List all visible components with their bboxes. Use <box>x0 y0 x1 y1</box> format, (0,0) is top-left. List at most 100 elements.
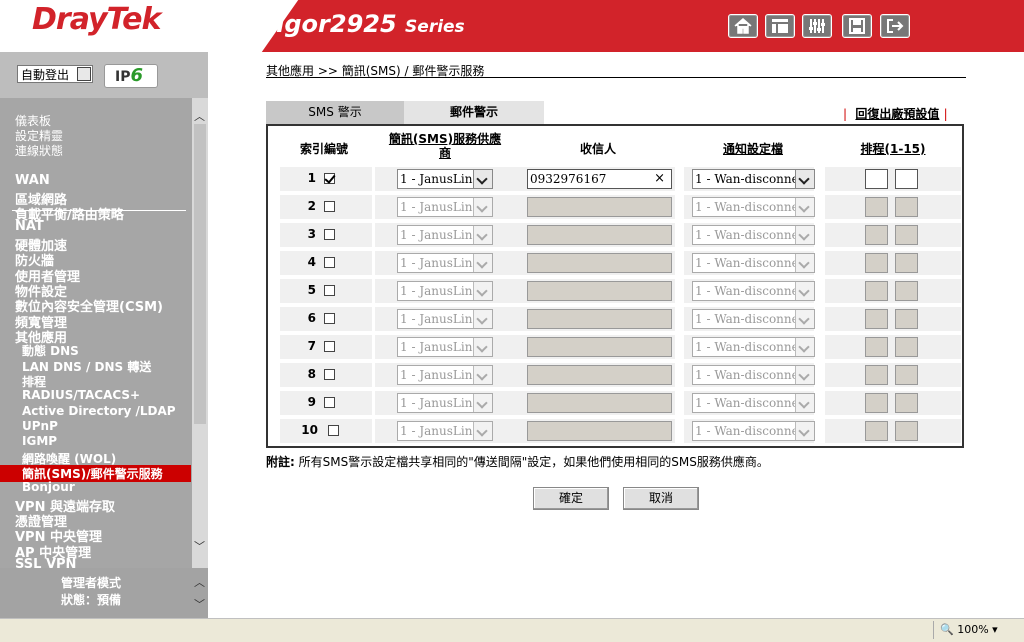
row-enable-checkbox[interactable] <box>324 313 335 324</box>
sms-provider-select[interactable]: 1 - JanusLin <box>397 309 493 329</box>
row-enable-checkbox[interactable] <box>324 369 335 380</box>
scroll-down-icon[interactable]: ﹀ <box>194 596 205 612</box>
schedule-input[interactable] <box>865 309 888 329</box>
cancel-button[interactable]: 取消 <box>623 487 699 510</box>
clear-icon[interactable]: × <box>654 170 665 188</box>
schedule-input[interactable] <box>865 253 888 273</box>
scroll-up-icon[interactable]: ︿ <box>194 108 205 124</box>
schedule-input[interactable] <box>895 225 918 245</box>
notify-profile-select[interactable]: 1 - Wan-disconnect <box>692 421 815 441</box>
sidebar-item[interactable]: WAN <box>15 173 50 188</box>
scroll-down-icon[interactable]: ﹀ <box>194 538 205 554</box>
sidebar-item[interactable]: IGMP <box>22 434 57 448</box>
notify-profile-value: 1 - Wan-disconnect <box>695 424 811 438</box>
ipv6-badge[interactable]: IP6 <box>104 64 158 88</box>
notify-profile-select[interactable]: 1 - Wan-disconnect <box>692 253 815 273</box>
schedule-input[interactable] <box>895 169 918 189</box>
sidebar-item[interactable]: RADIUS/TACACS+ <box>22 388 140 402</box>
auto-logout-select[interactable]: 自動登出 <box>17 65 93 83</box>
row-enable-checkbox[interactable] <box>324 201 335 212</box>
sms-provider-select[interactable]: 1 - JanusLin <box>397 421 493 441</box>
note-label: 附註: <box>266 455 295 469</box>
schedule-input[interactable] <box>895 281 918 301</box>
tab-mail-alert[interactable]: 郵件警示 <box>404 101 544 124</box>
sms-provider-select[interactable]: 1 - JanusLin <box>397 337 493 357</box>
notify-profile-select[interactable]: 1 - Wan-disconnect <box>692 309 815 329</box>
sidebar-scrollbar[interactable]: ︿ ﹀ <box>192 98 208 568</box>
schedule-input[interactable] <box>895 421 918 441</box>
scrollbar-thumb[interactable] <box>194 124 206 424</box>
notify-profile-select[interactable]: 1 - Wan-disconnect <box>692 225 815 245</box>
schedule-input[interactable] <box>865 393 888 413</box>
row-enable-checkbox[interactable] <box>324 257 335 268</box>
recipient-input[interactable] <box>527 337 672 357</box>
schedule-input[interactable] <box>895 393 918 413</box>
sms-provider-select[interactable]: 1 - JanusLin <box>397 225 493 245</box>
sidebar-item[interactable]: 動態 DNS <box>22 342 79 359</box>
recipient-input[interactable] <box>527 421 672 441</box>
sms-provider-select[interactable]: 1 - JanusLin <box>397 281 493 301</box>
sms-provider-select[interactable]: 1 - JanusLin <box>397 253 493 273</box>
schedule-input[interactable] <box>865 169 888 189</box>
schedule-input[interactable] <box>865 365 888 385</box>
row-enable-checkbox[interactable] <box>324 285 335 296</box>
sms-provider-value: 1 - JanusLin <box>400 200 473 214</box>
notify-profile-select[interactable]: 1 - Wan-disconnect <box>692 337 815 357</box>
notify-profile-select[interactable]: 1 - Wan-disconnect <box>692 281 815 301</box>
restore-defaults-link[interactable]: | 回復出廠預設值 | <box>843 105 948 122</box>
sidebar-item[interactable]: NAT <box>15 219 44 234</box>
schedule-input[interactable] <box>865 337 888 357</box>
logout-icon[interactable] <box>880 14 910 38</box>
schedule-input[interactable] <box>895 197 918 217</box>
chevron-down-icon <box>473 254 492 272</box>
home-icon[interactable] <box>728 14 758 38</box>
note-text: 所有SMS警示設定檔共享相同的"傳送間隔"設定，如果他們使用相同的SMS服務供應… <box>294 455 769 469</box>
schedule-input[interactable] <box>895 253 918 273</box>
sidebar-item[interactable]: UPnP <box>22 419 58 433</box>
schedule-input[interactable] <box>865 281 888 301</box>
notify-profile-select[interactable]: 1 - Wan-disconnect <box>692 197 815 217</box>
sidebar-item[interactable]: Active Directory /LDAP <box>22 404 176 418</box>
row-enable-checkbox[interactable] <box>328 425 339 436</box>
recipient-input[interactable]: 0932976167 × <box>527 169 672 189</box>
schedule-input[interactable] <box>895 337 918 357</box>
recipient-input[interactable] <box>527 365 672 385</box>
row-enable-checkbox[interactable] <box>324 229 335 240</box>
row-enable-checkbox[interactable] <box>324 397 335 408</box>
tab-sms-alert[interactable]: SMS 警示 <box>266 101 404 124</box>
recipient-input[interactable] <box>527 393 672 413</box>
recipient-input[interactable] <box>527 225 672 245</box>
zoom-control[interactable]: 🔍 100% ▾ <box>933 621 1015 639</box>
sidebar-item[interactable]: SSL VPN <box>15 557 76 568</box>
row-cell-bg <box>825 223 961 247</box>
row-enable-checkbox[interactable] <box>324 341 335 352</box>
recipient-input[interactable] <box>527 197 672 217</box>
recipient-input[interactable] <box>527 309 672 329</box>
notify-profile-select[interactable]: 1 - Wan-disconnect <box>692 393 815 413</box>
sidebar-item[interactable]: Bonjour <box>22 480 75 494</box>
row-index: 9 <box>307 395 316 409</box>
sidebar-item[interactable]: 連線狀態 <box>15 142 63 159</box>
sliders-icon[interactable] <box>802 14 832 38</box>
schedule-input[interactable] <box>865 421 888 441</box>
schedule-input[interactable] <box>895 365 918 385</box>
notify-profile-value: 1 - Wan-disconnect <box>695 368 811 382</box>
recipient-input[interactable] <box>527 253 672 273</box>
recipient-input[interactable] <box>527 281 672 301</box>
notify-profile-select[interactable]: 1 - Wan-disconnect <box>692 169 815 189</box>
row-enable-checkbox[interactable] <box>324 173 335 184</box>
chevron-down-icon <box>795 198 814 216</box>
ok-button[interactable]: 確定 <box>533 487 609 510</box>
list-icon[interactable] <box>765 14 795 38</box>
sms-provider-select[interactable]: 1 - JanusLin <box>397 393 493 413</box>
sms-provider-select[interactable]: 1 - JanusLin <box>397 197 493 217</box>
sms-provider-select[interactable]: 1 - JanusLin <box>397 169 493 189</box>
chevron-down-icon <box>795 338 814 356</box>
notify-profile-select[interactable]: 1 - Wan-disconnect <box>692 365 815 385</box>
sms-provider-select[interactable]: 1 - JanusLin <box>397 365 493 385</box>
scroll-up-icon[interactable]: ︿ <box>194 574 205 590</box>
schedule-input[interactable] <box>865 197 888 217</box>
save-icon[interactable] <box>842 14 872 38</box>
schedule-input[interactable] <box>895 309 918 329</box>
schedule-input[interactable] <box>865 225 888 245</box>
